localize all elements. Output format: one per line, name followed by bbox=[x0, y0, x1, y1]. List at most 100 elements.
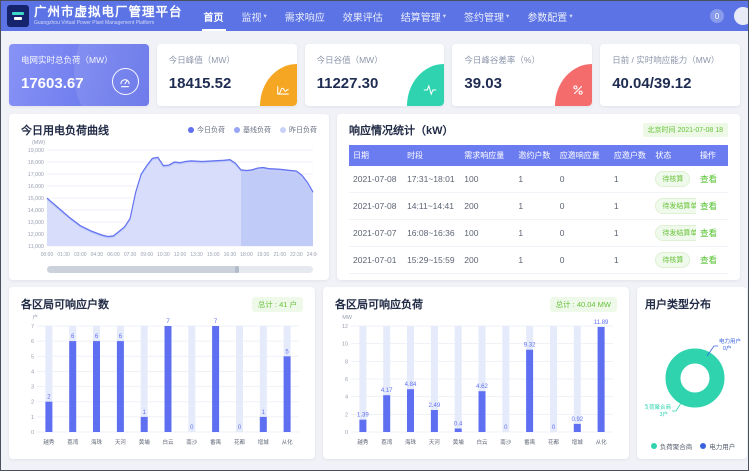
col-header-2: 需求响应量 bbox=[460, 145, 514, 166]
bar[interactable] bbox=[598, 327, 605, 432]
bar[interactable] bbox=[526, 350, 533, 432]
bar[interactable] bbox=[45, 402, 52, 432]
nav-item-3[interactable]: 效果评估 bbox=[334, 1, 392, 31]
bar[interactable] bbox=[431, 410, 438, 432]
bar-value: 7 bbox=[214, 319, 218, 325]
response-stats-title: 响应情况统计（kW） bbox=[349, 122, 454, 138]
svg-text:10:30: 10:30 bbox=[157, 252, 170, 258]
load-curve-chart[interactable]: 11,00012,00013,00014,00015,00016,00017,0… bbox=[21, 138, 317, 263]
bar[interactable] bbox=[284, 356, 291, 432]
bar[interactable] bbox=[383, 395, 390, 432]
user-avatar[interactable] bbox=[734, 7, 749, 25]
svg-text:6: 6 bbox=[31, 339, 34, 345]
cell-demand: 200 bbox=[460, 193, 514, 220]
bar-category: 南沙 bbox=[500, 438, 512, 446]
view-link[interactable]: 查看 bbox=[700, 174, 717, 184]
svg-text:1: 1 bbox=[31, 415, 34, 421]
response-table: 日期时段需求响应量邀约户数应邀响应量应邀户数状态操作 2021-07-0817:… bbox=[349, 145, 728, 274]
svg-text:03:00: 03:00 bbox=[74, 252, 87, 258]
donut-legend-item-1[interactable]: 电力用户 bbox=[700, 441, 735, 451]
col-header-4: 应邀响应量 bbox=[556, 145, 610, 166]
kpi-value: 40.04/39.12 bbox=[612, 75, 728, 92]
svg-text:0: 0 bbox=[31, 430, 34, 436]
svg-text:3: 3 bbox=[31, 385, 34, 391]
bar[interactable] bbox=[260, 417, 267, 432]
cell-responded: 0 bbox=[556, 220, 610, 247]
cell-resp-users: 1 bbox=[610, 247, 651, 274]
view-link[interactable]: 查看 bbox=[700, 255, 717, 265]
col-header-7: 操作 bbox=[696, 145, 728, 166]
bar-value: 0.92 bbox=[571, 417, 583, 423]
user-type-donut-chart[interactable]: 电力用户0户负荷聚合商3户 bbox=[645, 312, 741, 437]
svg-text:00:00: 00:00 bbox=[41, 252, 54, 258]
notification-badge[interactable]: 0 bbox=[710, 9, 724, 23]
bar-value: 11.89 bbox=[594, 320, 609, 326]
bar-category: 增城 bbox=[258, 438, 270, 446]
district-users-chart[interactable]: 01234567户2越秀6荔湾6海珠6天河1黄埔7白云0南沙7番禺0花都1增城5… bbox=[21, 312, 303, 455]
bar[interactable] bbox=[117, 341, 124, 432]
bar[interactable] bbox=[479, 391, 486, 432]
nav-item-5[interactable]: 签约管理▾ bbox=[455, 1, 518, 31]
donut-ring[interactable] bbox=[673, 356, 717, 400]
cell-responded: 0 bbox=[556, 193, 610, 220]
bar[interactable] bbox=[93, 341, 100, 432]
bar[interactable] bbox=[165, 326, 172, 432]
bar-track bbox=[260, 326, 267, 432]
bar[interactable] bbox=[455, 429, 462, 433]
nav-item-4[interactable]: 结算管理▾ bbox=[392, 1, 455, 31]
bar[interactable] bbox=[407, 389, 414, 432]
peak-curve-icon bbox=[276, 83, 290, 97]
scrollbar-thumb[interactable] bbox=[47, 266, 239, 273]
chart-zoom-scrollbar[interactable] bbox=[47, 266, 313, 273]
bar[interactable] bbox=[69, 341, 76, 432]
kpi-card-0: 电网实时总负荷（MW）17603.67 bbox=[9, 44, 149, 106]
nav-item-1[interactable]: 监视▾ bbox=[233, 1, 276, 31]
bar[interactable] bbox=[359, 420, 366, 432]
svg-text:19:30: 19:30 bbox=[257, 252, 270, 258]
load-curve-svg[interactable]: 11,00012,00013,00014,00015,00016,00017,0… bbox=[21, 138, 317, 258]
table-row: 2021-07-0716:08~16:36100101待发结算单查看 bbox=[349, 220, 728, 247]
nav-item-6[interactable]: 参数配置▾ bbox=[518, 1, 581, 31]
bar-category: 从化 bbox=[596, 438, 608, 446]
district-load-panel: 各区局可响应负荷 总计 : 40.04 MW 024681012MW1.39越秀… bbox=[323, 287, 629, 459]
bottom-row: 各区局可响应户数 总计 : 41 户 01234567户2越秀6荔湾6海珠6天河… bbox=[9, 287, 740, 459]
bar-chart-svg[interactable]: 01234567户2越秀6荔湾6海珠6天河1黄埔7白云0南沙7番禺0花都1增城5… bbox=[21, 312, 303, 450]
slice-label: 负荷聚合商 bbox=[645, 403, 671, 411]
bar[interactable] bbox=[141, 417, 148, 432]
cell-resp-users: 1 bbox=[610, 166, 651, 193]
cell-date: 2021-07-07 bbox=[349, 220, 403, 247]
kpi-label: 日前 / 实时响应能力（MW） bbox=[612, 54, 728, 66]
bar-category: 黄埔 bbox=[139, 438, 151, 446]
svg-text:16,000: 16,000 bbox=[28, 184, 44, 190]
bar[interactable] bbox=[574, 424, 581, 432]
legend-item-2[interactable]: 昨日负荷 bbox=[280, 125, 317, 135]
district-load-chart[interactable]: 024681012MW1.39越秀4.17荔湾4.84海珠2.49天河0.4黄埔… bbox=[335, 312, 617, 455]
svg-text:0: 0 bbox=[345, 430, 348, 436]
slice-value: 0户 bbox=[723, 344, 732, 352]
cell-demand: 100 bbox=[460, 220, 514, 247]
legend-item-1[interactable]: 基线负荷 bbox=[234, 125, 271, 135]
cell-invited: 1 bbox=[514, 166, 555, 193]
svg-text:16:30: 16:30 bbox=[224, 252, 237, 258]
nav-item-2[interactable]: 需求响应 bbox=[276, 1, 334, 31]
district-load-total-badge: 总计 : 40.04 MW bbox=[550, 297, 617, 312]
view-link[interactable]: 查看 bbox=[700, 201, 717, 211]
bar-category: 海珠 bbox=[405, 438, 417, 446]
bar-category: 番禺 bbox=[210, 439, 221, 446]
donut-legend-item-0[interactable]: 负荷聚合商 bbox=[651, 441, 693, 451]
app-window: 广州市虚拟电厂管理平台 Guangzhou Virtual Power Plan… bbox=[0, 0, 749, 471]
view-link[interactable]: 查看 bbox=[700, 228, 717, 238]
bar-track bbox=[141, 326, 148, 432]
bar-category: 从化 bbox=[282, 438, 294, 446]
bar-value: 0.4 bbox=[454, 422, 463, 428]
donut-svg[interactable]: 电力用户0户负荷聚合商3户 bbox=[645, 312, 741, 432]
nav-item-0[interactable]: 首页 bbox=[195, 1, 233, 31]
svg-text:4: 4 bbox=[31, 369, 34, 375]
pulse-icon bbox=[423, 83, 437, 97]
cell-period: 15:29~15:59 bbox=[403, 247, 460, 274]
bar-chart-svg[interactable]: 024681012MW1.39越秀4.17荔湾4.84海珠2.49天河0.4黄埔… bbox=[335, 312, 617, 450]
legend-item-0[interactable]: 今日负荷 bbox=[188, 125, 225, 135]
bar[interactable] bbox=[212, 326, 219, 432]
bar-category: 荔湾 bbox=[381, 438, 393, 446]
bar-category: 天河 bbox=[115, 438, 127, 446]
